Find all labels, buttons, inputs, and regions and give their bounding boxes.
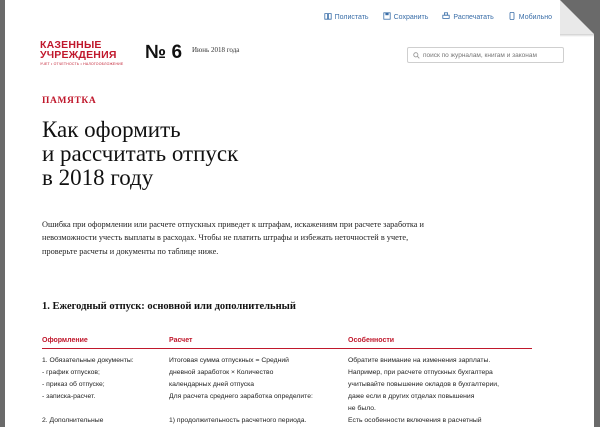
article-kicker: ПАМЯТКА — [42, 96, 97, 106]
table-header-divider — [42, 348, 532, 349]
section-title: 1. Ежегодный отпуск: основной или дополн… — [42, 301, 296, 312]
cell-line — [42, 403, 134, 415]
brand-line-2: УЧРЕЖДЕНИЯ — [40, 49, 117, 61]
viewer-frame: Полистать Сохранить Распечатать Мобильно… — [0, 0, 600, 427]
cell-line: не было. — [348, 405, 376, 413]
search-icon — [408, 46, 420, 64]
cell-line: Итоговая сумма отпускных = Средний — [169, 357, 289, 364]
table-cell-calculation: Итоговая сумма отпускных = Средний дневн… — [169, 355, 313, 427]
print-button[interactable]: Распечатать — [442, 12, 494, 22]
title-line: Как оформить — [42, 117, 181, 142]
cell-line — [169, 403, 313, 415]
cell-line: 1) продолжительность расчетного периода. — [169, 417, 307, 425]
column-header-features: Особенности — [348, 337, 395, 344]
toolbar: Полистать Сохранить Распечатать Мобильно — [323, 12, 552, 22]
browse-label: Полистать — [334, 13, 369, 21]
brand-logo[interactable]: КАЗЕННЫЕ УЧРЕЖДЕНИЯ УЧЕТ • ОТЧЕТНОСТЬ • … — [40, 40, 123, 66]
save-label: Сохранить — [393, 13, 429, 21]
issue-number: № 6 — [145, 42, 183, 63]
cell-line: Например, при расчете отпускных бухгалте… — [348, 369, 493, 377]
save-icon — [382, 12, 391, 22]
table-cell-features: Обратите внимание на изменения зарплаты.… — [348, 355, 499, 427]
cell-line: 2. Дополнительные — [42, 417, 104, 425]
cell-line: Обратите внимание на изменения зарплаты. — [348, 357, 491, 364]
column-header-registration: Оформление — [42, 337, 88, 344]
page-corner-shadow — [560, 34, 594, 37]
cell-line: - записка-расчет. — [42, 393, 96, 401]
title-line: и рассчитать отпуск — [42, 141, 239, 166]
column-header-calculation: Расчет — [169, 337, 193, 344]
cell-line: учитывайте повышение окладов в бухгалтер… — [348, 381, 499, 389]
search-box[interactable] — [407, 47, 564, 63]
mobile-label: Мобильно — [518, 13, 552, 21]
book-icon — [323, 12, 332, 22]
issue-date: Июнь 2018 года — [192, 46, 240, 54]
page-corner-fold[interactable] — [560, 0, 594, 34]
cell-line: Есть особенности включения в расчетный — [348, 417, 482, 425]
cell-line: 1. Обязательные документы: — [42, 357, 134, 364]
browse-button[interactable]: Полистать — [323, 12, 369, 22]
save-button[interactable]: Сохранить — [382, 12, 429, 22]
cell-line: календарных дней отпуска — [169, 381, 255, 389]
cell-line: даже если в других отделах повышения — [348, 393, 475, 401]
mobile-icon — [508, 12, 516, 22]
cell-line: Для расчета среднего заработка определит… — [169, 393, 313, 401]
article-lead: Ошибка при оформлении или расчете отпуск… — [42, 220, 424, 256]
cell-line: - приказ об отпуске; — [42, 381, 105, 389]
brand-tagline: УЧЕТ • ОТЧЕТНОСТЬ • НАЛОГООБЛОЖЕНИЕ — [40, 62, 124, 66]
search-input[interactable] — [423, 51, 558, 59]
article-title: Как оформить и рассчитать отпуск в 2018 … — [42, 118, 238, 190]
cell-line: дневной заработок × Количество — [169, 369, 274, 377]
magazine-page: Полистать Сохранить Распечатать Мобильно… — [5, 0, 594, 427]
title-line: в 2018 году — [42, 165, 154, 190]
mobile-button[interactable]: Мобильно — [508, 12, 552, 22]
cell-line: - график отпусков; — [42, 369, 100, 377]
print-label: Распечатать — [453, 13, 494, 21]
print-icon — [442, 12, 450, 22]
table-cell-registration: 1. Обязательные документы: - график отпу… — [42, 355, 134, 427]
